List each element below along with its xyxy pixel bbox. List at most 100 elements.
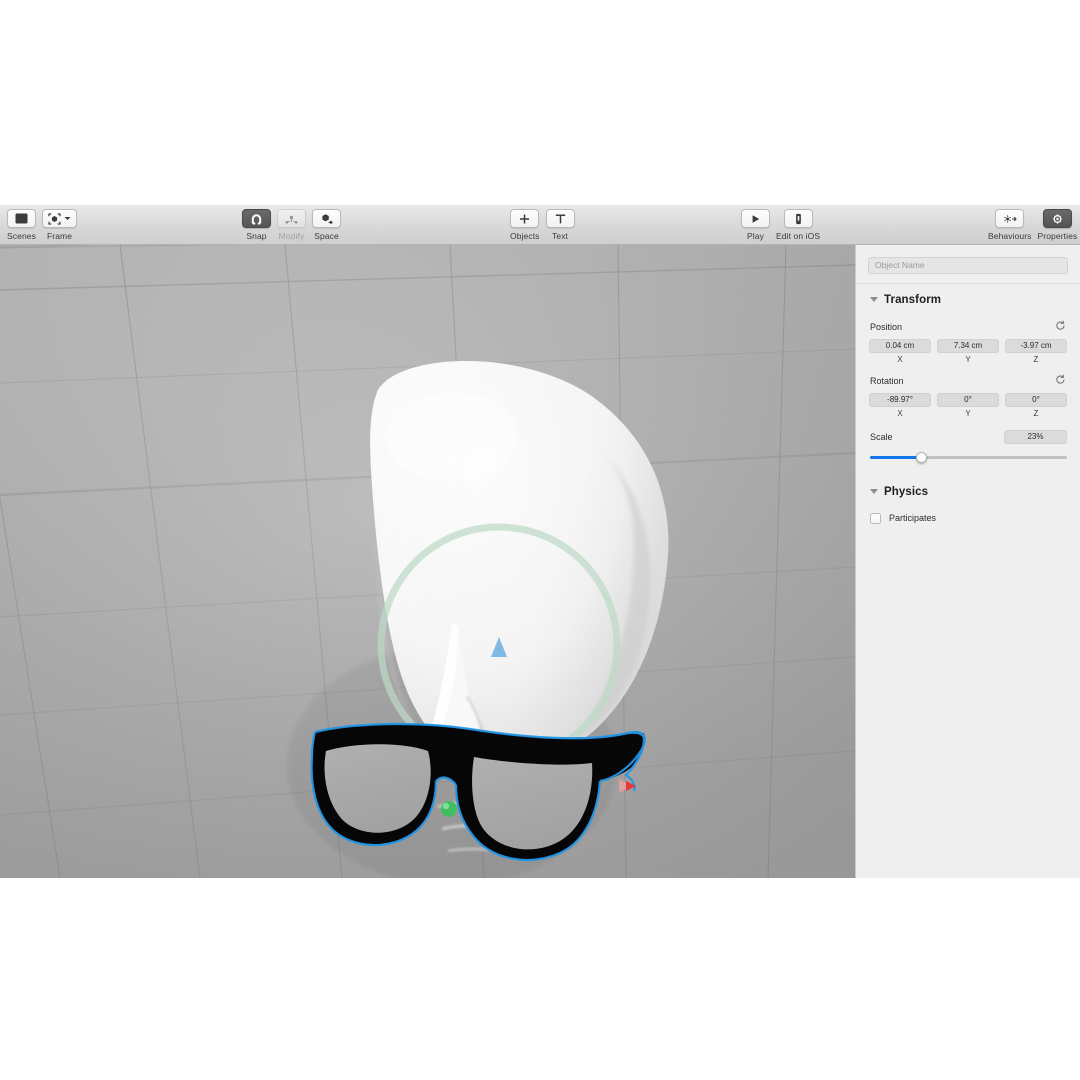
properties-label: Properties — [1037, 231, 1078, 241]
scenes-panel-icon — [15, 213, 28, 224]
disclosure-triangle-icon[interactable] — [870, 297, 878, 302]
space-button[interactable] — [312, 209, 341, 228]
play-triangle-icon — [749, 213, 762, 225]
position-x-cell: 0.04 cm X — [869, 338, 931, 364]
reality-composer-window: Scenes Frame Snap Modify Space Objects T… — [0, 205, 1080, 878]
scale-label: Scale — [870, 431, 893, 442]
toolbar-group-play: Play Edit on iOS — [741, 209, 820, 241]
scene-content[interactable] — [0, 245, 855, 878]
participates-checkbox[interactable] — [870, 512, 881, 524]
transform-section-header[interactable]: Transform — [856, 284, 1080, 310]
3d-viewport[interactable] — [0, 245, 855, 878]
objects-button[interactable] — [510, 209, 540, 228]
scenes-button[interactable] — [7, 209, 36, 228]
position-x-axis-label: X — [897, 354, 903, 364]
toolbar-item-snap[interactable]: Snap — [242, 209, 271, 241]
gear-icon — [1051, 213, 1064, 225]
position-x-input[interactable]: 0.04 cm — [869, 338, 931, 353]
revert-arrow-icon[interactable] — [1055, 372, 1066, 390]
snap-label: Snap — [246, 231, 267, 241]
sunglasses-geometry — [311, 723, 645, 860]
position-z-input[interactable]: -3.97 cm — [1005, 338, 1067, 353]
physics-section-header[interactable]: Physics — [856, 464, 1080, 502]
play-button[interactable] — [741, 209, 770, 228]
object-name-input[interactable] — [868, 256, 1068, 274]
scale-value-input[interactable]: 23% — [1004, 429, 1067, 444]
toolbar-item-behaviours[interactable]: Behaviours — [988, 209, 1032, 241]
modify-button[interactable] — [277, 209, 306, 228]
scale-slider-knob[interactable] — [915, 451, 927, 463]
participates-label: Participates — [889, 513, 937, 523]
play-label: Play — [747, 231, 764, 241]
rotation-z-cell: 0° Z — [1005, 392, 1067, 418]
scenes-label: Scenes — [7, 231, 36, 241]
transform-section-title: Transform — [884, 293, 942, 306]
rotation-z-axis-label: Z — [1033, 408, 1039, 418]
rotation-x-axis-label: X — [897, 408, 903, 418]
scale-slider-fill — [870, 455, 922, 459]
edit-on-ios-label: Edit on iOS — [776, 231, 821, 241]
frame-object-icon — [48, 212, 61, 225]
iphone-device-icon — [792, 213, 805, 225]
rotation-y-axis-label: Y — [965, 408, 971, 418]
rotation-x-input[interactable]: -89.97° — [869, 392, 931, 407]
toolbar-item-text[interactable]: Text — [545, 209, 575, 241]
frame-button[interactable] — [42, 209, 77, 228]
edit-on-ios-button[interactable] — [783, 209, 813, 228]
revert-arrow-icon[interactable] — [1055, 318, 1066, 336]
rotation-x-cell: -89.97° X — [869, 392, 931, 418]
frame-label: Frame — [46, 231, 73, 241]
text-button[interactable] — [545, 209, 575, 228]
toolbar-group-left: Scenes Frame — [7, 209, 77, 241]
position-row-header: Position — [856, 310, 1080, 339]
disclosure-triangle-icon[interactable] — [870, 489, 878, 494]
chevron-down-icon[interactable] — [64, 216, 71, 221]
toolbar-group-right: Behaviours Properties — [988, 209, 1077, 241]
object-name-field-wrapper — [856, 245, 1080, 284]
position-y-axis-label: Y — [965, 354, 971, 364]
behaviours-label: Behaviours — [988, 231, 1032, 241]
rotation-label: Rotation — [870, 375, 904, 386]
position-y-input[interactable]: 7.34 cm — [937, 338, 999, 353]
properties-button[interactable] — [1042, 209, 1072, 228]
toolbar-group-create: Objects Text — [510, 209, 575, 241]
magnet-icon — [250, 213, 263, 225]
plus-icon — [518, 213, 531, 225]
text-t-icon — [554, 213, 567, 225]
toolbar-group-transform: Snap Modify Space — [242, 209, 341, 241]
position-fields: 0.04 cm X 7.34 cm Y -3.97 cm Z — [856, 338, 1080, 364]
objects-label: Objects — [510, 231, 540, 241]
rotation-z-input[interactable]: 0° — [1005, 392, 1067, 407]
toolbar-item-properties[interactable]: Properties — [1038, 209, 1078, 241]
position-z-axis-label: Z — [1033, 354, 1039, 364]
toolbar-item-frame[interactable]: Frame — [42, 209, 77, 241]
main-toolbar: Scenes Frame Snap Modify Space Objects T… — [0, 205, 1080, 245]
toolbar-item-space[interactable]: Space — [312, 209, 341, 241]
toolbar-item-play[interactable]: Play — [741, 209, 770, 241]
toolbar-item-modify[interactable]: Modify — [277, 209, 306, 241]
position-y-cell: 7.34 cm Y — [937, 338, 999, 364]
position-z-cell: -3.97 cm Z — [1005, 338, 1067, 364]
text-label: Text — [552, 231, 569, 241]
rotation-row-header: Rotation — [856, 364, 1080, 393]
rotation-y-cell: 0° Y — [937, 392, 999, 418]
center-handle-gizmo — [441, 801, 457, 817]
modify-points-icon — [285, 213, 298, 225]
behaviours-burst-icon — [1003, 213, 1017, 225]
properties-inspector-panel: Transform Position 0.04 cm X 7.34 cm Y — [855, 245, 1080, 878]
modify-label: Modify — [278, 231, 305, 241]
rotation-fields: -89.97° X 0° Y 0° Z — [856, 392, 1080, 418]
physics-section-title: Physics — [884, 485, 929, 498]
scale-row: Scale 23% — [856, 418, 1080, 444]
snap-button[interactable] — [242, 209, 271, 228]
space-axis-icon — [320, 213, 333, 225]
participates-row[interactable]: Participates — [856, 502, 1080, 524]
position-label: Position — [870, 321, 903, 332]
toolbar-item-scenes[interactable]: Scenes — [7, 209, 36, 241]
rotation-y-input[interactable]: 0° — [937, 392, 999, 407]
scale-slider[interactable] — [870, 451, 1067, 464]
space-label: Space — [314, 231, 339, 241]
toolbar-item-edit-on-ios[interactable]: Edit on iOS — [776, 209, 820, 241]
behaviours-button[interactable] — [995, 209, 1025, 228]
toolbar-item-objects[interactable]: Objects — [510, 209, 540, 241]
